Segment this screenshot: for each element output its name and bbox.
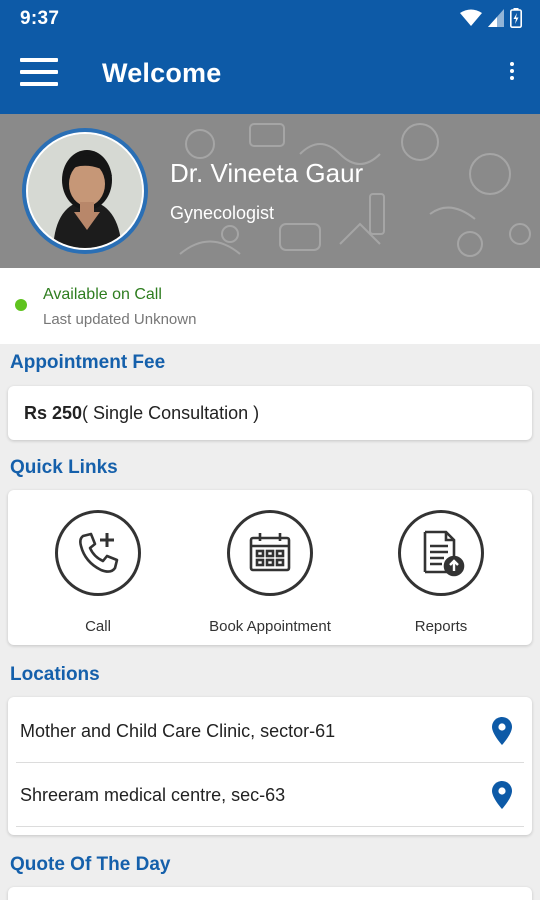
appointment-fee-card: Rs 250( Single Consultation ) bbox=[8, 386, 532, 440]
status-bar: 9:37 bbox=[0, 0, 540, 36]
quick-link-label: Book Appointment bbox=[209, 618, 331, 635]
battery-icon bbox=[510, 8, 522, 28]
location-item[interactable]: Mother and Child Care Clinic, sector-61 bbox=[8, 699, 532, 763]
quick-links-title: Quick Links bbox=[10, 457, 118, 478]
wifi-icon bbox=[460, 9, 482, 26]
status-icons bbox=[460, 7, 522, 29]
appointment-fee-title: Appointment Fee bbox=[10, 352, 166, 373]
quick-link-reports[interactable]: Reports bbox=[371, 510, 511, 635]
quick-links-card: Call Book Appointment Reports bbox=[8, 490, 532, 645]
fee-amount: Rs 250 bbox=[24, 403, 83, 423]
divider bbox=[16, 826, 524, 827]
locations-title: Locations bbox=[10, 664, 100, 685]
app-bar: Welcome bbox=[0, 36, 540, 114]
calendar-icon bbox=[227, 510, 313, 596]
fee-description: ( Single Consultation ) bbox=[82, 403, 260, 423]
quick-link-label: Call bbox=[85, 618, 111, 635]
location-name: Mother and Child Care Clinic, sector-61 bbox=[20, 721, 336, 741]
page-title: Welcome bbox=[102, 58, 222, 88]
locations-card: Mother and Child Care Clinic, sector-61 … bbox=[8, 697, 532, 835]
availability-status: Available on Call bbox=[43, 286, 162, 303]
report-upload-icon bbox=[398, 510, 484, 596]
quick-link-book-appointment[interactable]: Book Appointment bbox=[200, 510, 340, 635]
last-updated: Last updated Unknown bbox=[43, 311, 197, 328]
location-item[interactable]: Shreeram medical centre, sec-63 bbox=[8, 763, 532, 827]
doctor-specialty: Gynecologist bbox=[170, 203, 275, 223]
fee-text: Rs 250( Single Consultation ) bbox=[24, 403, 259, 424]
phone-plus-icon bbox=[55, 510, 141, 596]
availability-panel: Available on Call Last updated Unknown bbox=[0, 268, 540, 344]
quote-title: Quote Of The Day bbox=[10, 854, 171, 875]
map-pin-icon[interactable] bbox=[492, 781, 512, 809]
profile-header: Dr. Vineeta Gaur Gynecologist bbox=[0, 114, 540, 268]
avatar bbox=[22, 128, 148, 254]
location-name: Shreeram medical centre, sec-63 bbox=[20, 785, 286, 805]
doctor-name: Dr. Vineeta Gaur bbox=[170, 158, 364, 188]
quote-card bbox=[8, 887, 532, 900]
quick-link-label: Reports bbox=[414, 618, 468, 635]
status-time: 9:37 bbox=[20, 8, 60, 29]
quick-link-call[interactable]: Call bbox=[28, 510, 168, 635]
availability-dot-icon bbox=[15, 299, 27, 311]
more-options-icon[interactable] bbox=[506, 62, 518, 90]
menu-icon[interactable] bbox=[20, 58, 58, 90]
map-pin-icon[interactable] bbox=[492, 717, 512, 745]
doctor-photo bbox=[28, 134, 142, 248]
signal-icon bbox=[488, 9, 504, 27]
